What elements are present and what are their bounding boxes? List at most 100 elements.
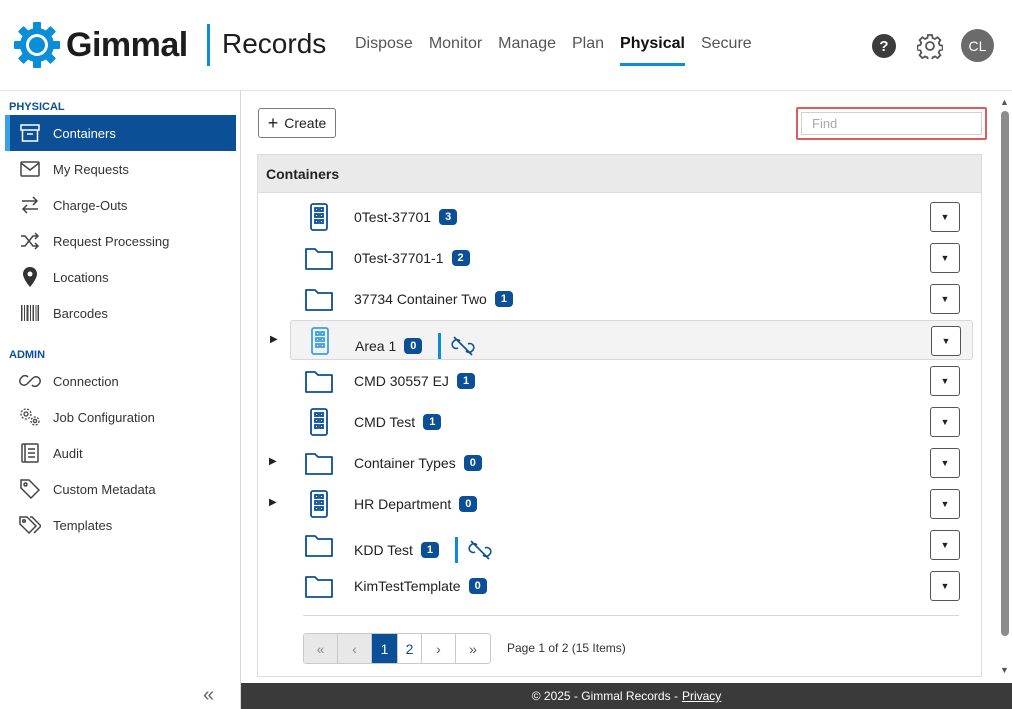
container-name-wrap: HR Department 0 bbox=[354, 496, 478, 512]
nav-physical[interactable]: Physical bbox=[620, 35, 685, 66]
expand-arrow-icon[interactable]: ▶ bbox=[269, 497, 277, 508]
container-row[interactable]: ▶ Container Types 0 ▼ bbox=[269, 443, 973, 483]
nav-monitor[interactable]: Monitor bbox=[429, 35, 482, 66]
container-name[interactable]: Container Types bbox=[354, 455, 456, 471]
row-actions-dropdown[interactable]: ▼ bbox=[930, 284, 960, 314]
container-row[interactable]: ▶ HR Department 0 ▼ bbox=[269, 484, 973, 524]
first-page-button[interactable]: « bbox=[304, 634, 338, 663]
row-actions-dropdown[interactable]: ▼ bbox=[930, 407, 960, 437]
user-avatar[interactable]: CL bbox=[961, 29, 994, 62]
find-input[interactable] bbox=[801, 112, 982, 135]
sidebar-item-containers[interactable]: Containers bbox=[5, 115, 236, 151]
container-row[interactable]: 37734 Container Two 1 ▼ bbox=[290, 279, 973, 319]
container-row[interactable]: KDD Test 1 ▼ bbox=[290, 525, 973, 565]
copyright-text: © 2025 - Gimmal Records - bbox=[531, 689, 678, 703]
collapse-sidebar-icon[interactable]: « bbox=[203, 684, 214, 707]
container-row[interactable]: KimTestTemplate 0 ▼ bbox=[290, 566, 973, 606]
count-badge: 1 bbox=[494, 291, 513, 307]
sidebar-item-my-requests[interactable]: My Requests bbox=[5, 151, 236, 187]
nav-manage[interactable]: Manage bbox=[498, 35, 556, 66]
sidebar-item-request-processing[interactable]: Request Processing bbox=[5, 223, 236, 259]
caret-down-icon: ▼ bbox=[940, 417, 950, 427]
ledger-icon bbox=[19, 442, 41, 464]
row-actions-dropdown[interactable]: ▼ bbox=[930, 530, 960, 560]
container-name[interactable]: 37734 Container Two bbox=[354, 291, 487, 307]
container-row[interactable]: 0Test-37701 3 ▼ bbox=[290, 197, 973, 237]
row-actions-dropdown[interactable]: ▼ bbox=[930, 448, 960, 478]
container-name-wrap: 37734 Container Two 1 bbox=[354, 291, 513, 307]
container-name[interactable]: KDD Test bbox=[354, 542, 413, 558]
scroll-up-arrow-icon[interactable]: ▲ bbox=[1000, 97, 1009, 107]
swap-arrows-icon bbox=[19, 194, 41, 216]
sidebar-item-connection[interactable]: Connection bbox=[5, 363, 236, 399]
gear-logo-icon bbox=[14, 22, 60, 68]
caret-down-icon: ▼ bbox=[940, 540, 950, 550]
nav-secure[interactable]: Secure bbox=[701, 35, 752, 66]
envelope-icon bbox=[19, 158, 41, 180]
container-row[interactable]: CMD Test 1 ▼ bbox=[290, 402, 973, 442]
scroll-down-arrow-icon[interactable]: ▼ bbox=[1000, 665, 1009, 675]
unlinked-icon bbox=[455, 537, 492, 563]
page-scrollbar[interactable]: ▲ ▼ bbox=[997, 91, 1012, 683]
help-icon[interactable]: ? bbox=[872, 34, 896, 58]
count-badge: 0 bbox=[404, 338, 423, 354]
create-button[interactable]: + Create bbox=[258, 108, 336, 138]
container-row[interactable]: CMD 30557 EJ 1 ▼ bbox=[290, 361, 973, 401]
settings-gear-icon[interactable] bbox=[917, 33, 943, 59]
building-icon bbox=[304, 202, 334, 232]
page-info: Page 1 of 2 (15 Items) bbox=[507, 641, 626, 655]
sidebar-item-custom-metadata[interactable]: Custom Metadata bbox=[5, 471, 236, 507]
caret-down-icon: ▼ bbox=[940, 499, 950, 509]
sidebar-item-label: Locations bbox=[53, 269, 109, 285]
barcode-icon bbox=[19, 302, 41, 324]
page-2-button[interactable]: 2 bbox=[398, 634, 422, 663]
count-badge: 3 bbox=[439, 209, 458, 225]
nav-dispose[interactable]: Dispose bbox=[355, 35, 413, 66]
container-row[interactable]: ▶ Area 1 0 ▼ bbox=[270, 320, 973, 360]
container-name[interactable]: HR Department bbox=[354, 496, 451, 512]
row-actions-dropdown[interactable]: ▼ bbox=[931, 326, 961, 356]
sidebar-item-audit[interactable]: Audit bbox=[5, 435, 236, 471]
row-actions-dropdown[interactable]: ▼ bbox=[930, 366, 960, 396]
scroll-thumb[interactable] bbox=[1001, 111, 1009, 636]
expand-arrow-icon[interactable]: ▶ bbox=[270, 334, 278, 345]
expand-arrow-icon[interactable]: ▶ bbox=[269, 456, 277, 467]
sidebar-item-templates[interactable]: Templates bbox=[5, 507, 236, 543]
container-name-wrap: 0Test-37701 3 bbox=[354, 209, 458, 225]
link-icon bbox=[19, 370, 41, 392]
last-page-button[interactable]: » bbox=[456, 634, 490, 663]
nav-plan[interactable]: Plan bbox=[572, 35, 604, 66]
container-name[interactable]: 0Test-37701 bbox=[354, 209, 431, 225]
container-name[interactable]: CMD Test bbox=[354, 414, 415, 430]
container-name[interactable]: CMD 30557 EJ bbox=[354, 373, 449, 389]
prev-page-button[interactable]: ‹ bbox=[338, 634, 372, 663]
footer: © 2025 - Gimmal Records - Privacy bbox=[241, 683, 1012, 709]
container-name-wrap: KDD Test 1 bbox=[354, 537, 492, 563]
container-name[interactable]: 0Test-37701-1 bbox=[354, 250, 444, 266]
sidebar-item-barcodes[interactable]: Barcodes bbox=[5, 295, 236, 331]
next-page-button[interactable]: › bbox=[422, 634, 456, 663]
container-row[interactable]: 0Test-37701-1 2 ▼ bbox=[290, 238, 973, 278]
sidebar-item-label: Templates bbox=[53, 517, 113, 533]
sidebar-item-label: Request Processing bbox=[53, 233, 170, 249]
row-actions-dropdown[interactable]: ▼ bbox=[930, 571, 960, 601]
privacy-link[interactable]: Privacy bbox=[682, 689, 721, 703]
row-actions-dropdown[interactable]: ▼ bbox=[930, 202, 960, 232]
count-badge: 1 bbox=[420, 542, 439, 558]
row-actions-dropdown[interactable]: ▼ bbox=[930, 489, 960, 519]
sidebar-item-job-configuration[interactable]: Job Configuration bbox=[5, 399, 236, 435]
row-actions-dropdown[interactable]: ▼ bbox=[930, 243, 960, 273]
logo[interactable]: Gimmal bbox=[12, 20, 188, 70]
sidebar-item-locations[interactable]: Locations bbox=[5, 259, 236, 295]
caret-down-icon: ▼ bbox=[940, 581, 950, 591]
physical-section-label: PHYSICAL bbox=[9, 101, 65, 113]
main-nav: Dispose Monitor Manage Plan Physical Sec… bbox=[355, 35, 768, 66]
sidebar-item-label: Job Configuration bbox=[53, 409, 155, 425]
container-name[interactable]: KimTestTemplate bbox=[354, 578, 461, 594]
caret-down-icon: ▼ bbox=[941, 336, 951, 346]
container-name[interactable]: Area 1 bbox=[355, 338, 396, 354]
plus-icon: + bbox=[267, 113, 279, 133]
page-1-button[interactable]: 1 bbox=[372, 634, 398, 663]
sidebar-item-label: Barcodes bbox=[53, 305, 108, 321]
sidebar-item-charge-outs[interactable]: Charge-Outs bbox=[5, 187, 236, 223]
